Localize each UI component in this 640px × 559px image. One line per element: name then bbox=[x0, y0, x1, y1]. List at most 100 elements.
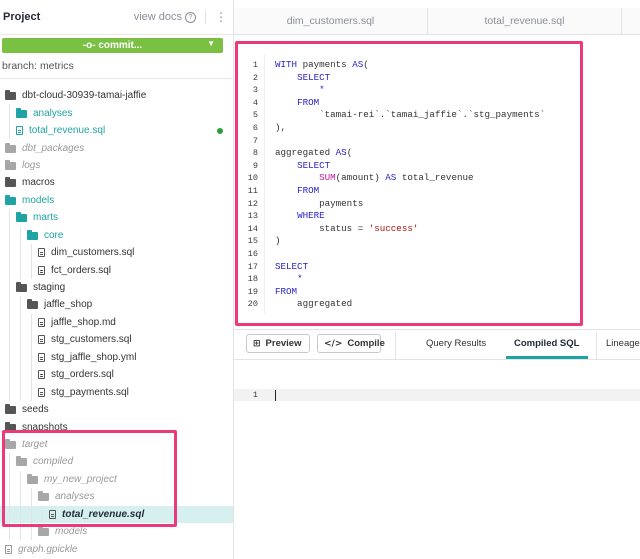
tree-file[interactable]: stg_jaffle_shop.yml bbox=[0, 348, 233, 366]
results-toolbar: ⊞ Preview </> Compile Query Results Comp… bbox=[234, 332, 640, 360]
kebab-menu-icon[interactable]: ⋮ bbox=[205, 10, 227, 24]
tree-item-label: logs bbox=[22, 159, 41, 171]
folder-icon bbox=[5, 159, 16, 170]
tree-item-label: dim_customers.sql bbox=[51, 247, 135, 259]
tree-indent-guide bbox=[31, 243, 32, 262]
tree-item-label: total_revenue.sql bbox=[29, 125, 106, 137]
toolbar-divider bbox=[395, 332, 396, 359]
tree-item-label: macros bbox=[22, 177, 55, 189]
folder-icon bbox=[16, 282, 27, 293]
folder-icon bbox=[5, 404, 16, 415]
tree-file[interactable]: fct_orders.sql bbox=[0, 261, 233, 279]
code-icon: </> bbox=[324, 338, 343, 349]
folder-icon bbox=[5, 142, 16, 153]
tree-item-label: seeds bbox=[22, 404, 49, 416]
file-icon bbox=[38, 335, 45, 345]
tree-item-label: stg_jaffle_shop.yml bbox=[51, 351, 137, 363]
compile-button[interactable]: </> Compile bbox=[317, 334, 385, 353]
tree-indent-guide bbox=[9, 296, 10, 314]
tree-item-label: staging bbox=[33, 282, 66, 294]
tree-indent-guide bbox=[31, 348, 32, 366]
toolbar-divider bbox=[596, 332, 597, 359]
line-number: 1 bbox=[252, 390, 258, 400]
tab-dim-customers[interactable]: dim_customers.sql bbox=[234, 8, 428, 34]
file-icon bbox=[38, 387, 45, 397]
file-icon bbox=[38, 317, 45, 327]
folder-icon bbox=[5, 90, 16, 101]
tree-folder[interactable]: dbt-cloud-30939-tamai-jaffie bbox=[0, 87, 233, 104]
tree-file[interactable]: stg_orders.sql bbox=[0, 366, 233, 384]
tree-indent-guide bbox=[9, 243, 10, 262]
tree-item-label: jaffle_shop bbox=[44, 299, 93, 311]
tree-folder[interactable]: logs bbox=[0, 157, 233, 174]
tree-item-label: stg_customers.sql bbox=[51, 334, 132, 346]
text-cursor bbox=[275, 390, 276, 401]
commit-button-label[interactable]: -o- commit... bbox=[83, 40, 142, 51]
tree-indent-guide bbox=[20, 226, 21, 244]
tab-compiled-sql[interactable]: Compiled SQL bbox=[514, 338, 579, 349]
view-docs-link[interactable]: view docs ? bbox=[134, 11, 196, 23]
tree-indent-guide bbox=[9, 226, 10, 244]
editor-tabs: dim_customers.sql total_revenue.sql bbox=[234, 8, 640, 35]
tree-indent-guide bbox=[9, 348, 10, 366]
folder-icon bbox=[27, 229, 38, 240]
view-docs-label[interactable]: view docs bbox=[134, 11, 182, 23]
project-title: Project bbox=[3, 11, 41, 23]
folder-icon bbox=[5, 194, 16, 205]
tree-indent-guide bbox=[9, 331, 10, 349]
tree-folder[interactable]: marts bbox=[0, 209, 233, 227]
tree-indent-guide bbox=[9, 313, 10, 332]
tree-item-label: models bbox=[55, 526, 88, 538]
tab-total-revenue[interactable]: total_revenue.sql bbox=[428, 8, 622, 34]
tree-indent-guide bbox=[9, 366, 10, 384]
file-icon bbox=[38, 370, 45, 380]
tree-folder[interactable]: dbt_packages bbox=[0, 139, 233, 156]
compile-button-label: Compile bbox=[347, 338, 385, 349]
tree-file[interactable]: dim_customers.sql bbox=[0, 243, 233, 262]
folder-icon bbox=[5, 177, 16, 188]
tree-item-label: dbt-cloud-30939-tamai-jaffie bbox=[22, 90, 147, 102]
commit-button[interactable]: -o- commit... ▼ bbox=[2, 38, 223, 53]
tree-indent-guide bbox=[20, 313, 21, 332]
tree-indent-guide bbox=[31, 366, 32, 384]
tree-indent-guide bbox=[31, 313, 32, 332]
compiled-sql-output[interactable]: 1 bbox=[234, 389, 640, 401]
tree-file[interactable]: stg_customers.sql bbox=[0, 331, 233, 349]
tree-item-label: core bbox=[44, 229, 64, 241]
active-tab-indicator bbox=[506, 356, 588, 359]
tree-folder[interactable]: models bbox=[0, 192, 233, 209]
tree-item-label: stg_orders.sql bbox=[51, 369, 114, 381]
tab-query-results[interactable]: Query Results bbox=[426, 338, 486, 349]
preview-button[interactable]: ⊞ Preview bbox=[246, 334, 310, 353]
tree-file[interactable]: jaffle_shop.md bbox=[0, 313, 233, 332]
tree-folder[interactable]: seeds bbox=[0, 401, 233, 418]
tree-folder[interactable]: macros bbox=[0, 174, 233, 191]
tree-file[interactable]: stg_payments.sql bbox=[0, 383, 233, 401]
file-icon bbox=[38, 265, 45, 275]
tree-file[interactable]: total_revenue.sql bbox=[0, 121, 233, 140]
tree-folder[interactable]: jaffle_shop bbox=[0, 296, 233, 314]
chevron-down-icon[interactable]: ▼ bbox=[207, 39, 215, 48]
file-icon bbox=[16, 126, 23, 136]
folder-icon bbox=[27, 299, 38, 310]
tree-item-label: marts bbox=[33, 212, 58, 224]
highlight-box-target bbox=[2, 430, 177, 527]
folder-icon bbox=[38, 526, 49, 537]
tree-folder[interactable]: core bbox=[0, 226, 233, 244]
tree-indent-guide bbox=[9, 209, 10, 227]
file-icon bbox=[38, 248, 45, 258]
tree-folder[interactable]: analyses bbox=[0, 104, 233, 122]
tree-indent-guide bbox=[9, 278, 10, 297]
tree-indent-guide bbox=[20, 383, 21, 401]
tree-folder[interactable]: staging bbox=[0, 278, 233, 297]
pane-divider[interactable] bbox=[234, 329, 640, 330]
preview-button-label: Preview bbox=[265, 338, 302, 349]
tab-lineage[interactable]: Lineage bbox=[606, 338, 640, 349]
tree-indent-guide bbox=[31, 261, 32, 279]
tree-file[interactable]: graph.gpickle bbox=[0, 540, 233, 557]
highlight-box-editor bbox=[235, 41, 583, 326]
folder-icon bbox=[16, 212, 27, 223]
help-icon[interactable]: ? bbox=[185, 11, 196, 23]
tree-indent-guide bbox=[20, 366, 21, 384]
branch-label: branch: metrics bbox=[2, 60, 74, 72]
